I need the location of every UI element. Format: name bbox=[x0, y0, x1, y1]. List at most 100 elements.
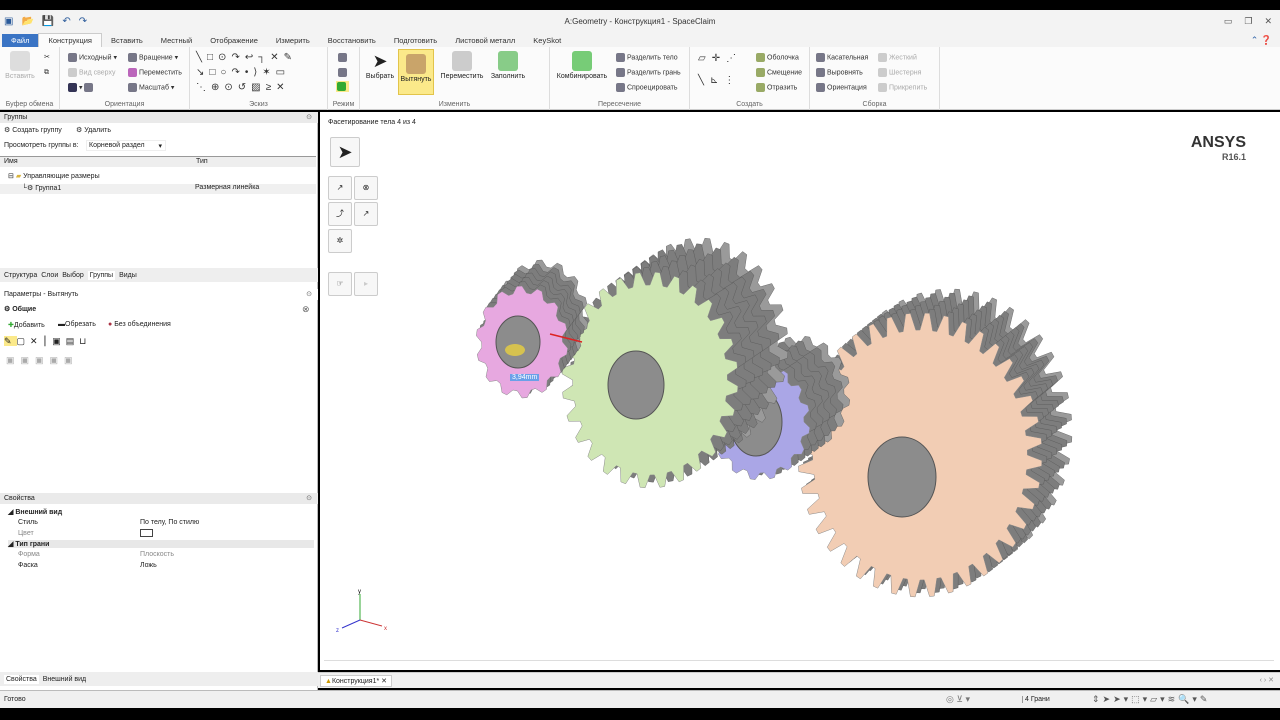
delete-group-button[interactable]: ⚙ Удалить bbox=[76, 126, 111, 134]
tab-insert[interactable]: Вставить bbox=[102, 34, 152, 47]
view-icons[interactable]: ▾ bbox=[68, 83, 95, 92]
offset-button[interactable]: Смещение bbox=[756, 68, 802, 77]
ribbon-tabs: Файл Конструкция Вставить Местный Отобра… bbox=[0, 32, 1280, 47]
tab-selection[interactable]: Выбор bbox=[62, 272, 84, 279]
pin-icon[interactable]: ⊙ bbox=[306, 112, 312, 123]
pin-icon[interactable]: ⊙ bbox=[306, 289, 312, 300]
sketch-tools-row3[interactable]: ⋱⊕⊙↺▨≥✕ bbox=[196, 82, 289, 93]
status-bar: Готово ◎ ⊻ ▾ 4 Грани ⇕➤➤▾⬚▾▱▾≋🔍▾✎ bbox=[0, 690, 1280, 708]
create-tools[interactable]: ▱✛⋰ bbox=[698, 53, 742, 64]
prop-key: Стиль bbox=[18, 519, 38, 526]
rigid-button[interactable]: Жесткий bbox=[878, 53, 917, 62]
cut-option[interactable]: ▬Обрезать bbox=[58, 321, 96, 328]
copy-icon[interactable]: ⧉ bbox=[44, 69, 49, 77]
status-text: Готово bbox=[4, 696, 26, 703]
align-button[interactable]: Выровнять bbox=[816, 68, 863, 77]
split-face-button[interactable]: Разделить грань bbox=[616, 68, 681, 77]
create-tools-2[interactable]: ╲⊾⋮ bbox=[698, 75, 740, 86]
prop-section-appearance[interactable]: ◢ Внешний вид bbox=[8, 508, 62, 516]
3d-mode-icon[interactable] bbox=[336, 81, 349, 92]
add-option[interactable]: ✚Добавить bbox=[8, 321, 45, 329]
rotate-button[interactable]: Вращение ▾ bbox=[128, 53, 178, 62]
view-groups-label: Просмотреть группы в: bbox=[4, 142, 79, 149]
prop-value-style[interactable]: По телу, По стилю bbox=[140, 519, 199, 526]
select-button[interactable]: ➤ Выбрать bbox=[362, 47, 398, 80]
gear-model[interactable] bbox=[320, 112, 1280, 670]
zoom-button[interactable]: Масштаб ▾ bbox=[128, 83, 174, 92]
no-merge-option[interactable]: ● Без объединения bbox=[108, 321, 171, 328]
sketch-mode-icon[interactable] bbox=[338, 53, 349, 62]
move-button[interactable]: Переместить bbox=[440, 47, 484, 80]
sketch-tools-row1[interactable]: ╲□⊙↷↩┐✕✎ bbox=[196, 52, 297, 63]
home-button[interactable]: Исходный ▾ bbox=[68, 53, 117, 62]
sketch-tools-row2[interactable]: ↘□○↷•⟩✶▭ bbox=[196, 67, 290, 78]
collapse-icon[interactable]: ⊗ bbox=[302, 304, 310, 315]
selection-tools[interactable]: ⇕➤➤▾⬚▾▱▾≋🔍▾✎ bbox=[1092, 694, 1210, 705]
group-label: Режим bbox=[332, 101, 355, 108]
tab-appearance[interactable]: Внешний вид bbox=[43, 676, 86, 683]
3d-viewport[interactable]: Фасетирование тела 4 из 4 ANSYS R16.1 ➤ … bbox=[320, 112, 1280, 670]
structure-tabs: Структура Слои Выбор Группы Виды bbox=[0, 268, 318, 282]
help-icon[interactable]: ⌃ ❓ bbox=[1251, 35, 1272, 46]
status-tools[interactable]: ◎ ⊻ ▾ bbox=[946, 694, 970, 705]
dimension-label[interactable]: 3,94mm bbox=[510, 374, 540, 381]
prop-value-shape: Плоскость bbox=[140, 551, 174, 558]
tangent-button[interactable]: Касательная bbox=[816, 53, 868, 62]
tab-detail[interactable]: Местный bbox=[152, 34, 201, 47]
prop-section-face-type[interactable]: ◢ Тип грани bbox=[8, 540, 314, 548]
tab-prepare[interactable]: Подготовить bbox=[385, 34, 446, 47]
minimize-button[interactable]: ▭ bbox=[1224, 16, 1233, 27]
gear-pink-bore[interactable] bbox=[495, 315, 541, 369]
project-button[interactable]: Спроецировать bbox=[616, 83, 677, 92]
tab-views[interactable]: Виды bbox=[119, 272, 137, 279]
doc-tab-nav[interactable]: ‹ › ✕ bbox=[1260, 676, 1274, 684]
pan-button[interactable]: Переместить bbox=[128, 68, 182, 77]
tab-layers[interactable]: Слои bbox=[41, 272, 58, 279]
pin-icon[interactable]: ⊙ bbox=[306, 493, 312, 504]
tab-sheet-metal[interactable]: Листовой металл bbox=[446, 34, 524, 47]
tab-display[interactable]: Отображение bbox=[201, 34, 267, 47]
gear-green-bore[interactable] bbox=[607, 350, 665, 420]
group-sketch: ╲□⊙↷↩┐✕✎ ↘□○↷•⟩✶▭ ⋱⊕⊙↺▨≥✕ Эскиз bbox=[190, 47, 328, 110]
combine-button[interactable]: Комбинировать bbox=[554, 47, 610, 80]
fill-button[interactable]: Заполнить bbox=[488, 47, 528, 80]
tree-item-group1[interactable]: └⚙ Группа1 Размерная линейка bbox=[0, 184, 316, 194]
tab-structure[interactable]: Структура bbox=[4, 272, 37, 279]
selected-face-highlight[interactable] bbox=[505, 344, 525, 356]
tab-design[interactable]: Конструкция bbox=[38, 33, 102, 47]
mirror-button[interactable]: Отразить bbox=[756, 83, 797, 92]
group-assembly: Касательная Выровнять Ориентация Жесткий… bbox=[810, 47, 940, 110]
top-view-button[interactable]: Вид сверху bbox=[68, 68, 115, 77]
restore-button[interactable]: ❐ bbox=[1244, 16, 1252, 27]
tree-item-driving-dimensions[interactable]: ⊟ ▰ Управляющие размеры bbox=[8, 172, 100, 180]
pull-button[interactable]: Вытянуть bbox=[398, 49, 434, 95]
group-label: Создать bbox=[736, 101, 763, 108]
group-edit: ➤ Выбрать Вытянуть Переместить Заполнить … bbox=[360, 47, 550, 110]
orient-button[interactable]: Ориентация bbox=[816, 83, 867, 92]
option-tools-row2[interactable]: ▣▣▣▣▣ bbox=[6, 355, 79, 366]
anchor-button[interactable]: Прикрепить bbox=[878, 83, 927, 92]
cut-icon[interactable]: ✂ bbox=[44, 53, 50, 61]
tab-keyshot[interactable]: KeySkot bbox=[524, 34, 570, 47]
view-groups-select[interactable]: Корневой раздел ▾ bbox=[86, 140, 166, 151]
tab-file[interactable]: Файл bbox=[2, 34, 39, 47]
tab-repair[interactable]: Восстановить bbox=[319, 34, 385, 47]
options-section-general[interactable]: ⚙ Общие bbox=[4, 305, 36, 313]
create-group-button[interactable]: ⚙ Создать группу bbox=[4, 126, 62, 134]
tab-properties[interactable]: Свойства bbox=[4, 674, 39, 684]
split-body-button[interactable]: Разделить тело bbox=[616, 53, 678, 62]
section-mode-icon[interactable] bbox=[338, 68, 349, 77]
option-tools-row1[interactable]: ✎▢✕⎮▣▤⊔ bbox=[4, 336, 91, 347]
doc-tab-design1[interactable]: ▲Конструкция1* ✕ bbox=[320, 675, 392, 687]
gear-large-bore[interactable] bbox=[867, 436, 937, 518]
paste-button[interactable]: Вставить bbox=[2, 47, 38, 80]
color-swatch[interactable] bbox=[140, 529, 153, 537]
prop-value-chamfer[interactable]: Ложь bbox=[140, 562, 157, 569]
close-button[interactable]: ✕ bbox=[1264, 16, 1272, 27]
shell-button[interactable]: Оболочка bbox=[756, 53, 799, 62]
tab-measure[interactable]: Измерить bbox=[267, 34, 319, 47]
tab-groups[interactable]: Группы bbox=[87, 270, 116, 280]
horizontal-scrollbar[interactable] bbox=[324, 660, 1274, 668]
group-label: Сборка bbox=[862, 101, 887, 108]
gear-button[interactable]: Шестерня bbox=[878, 68, 921, 77]
